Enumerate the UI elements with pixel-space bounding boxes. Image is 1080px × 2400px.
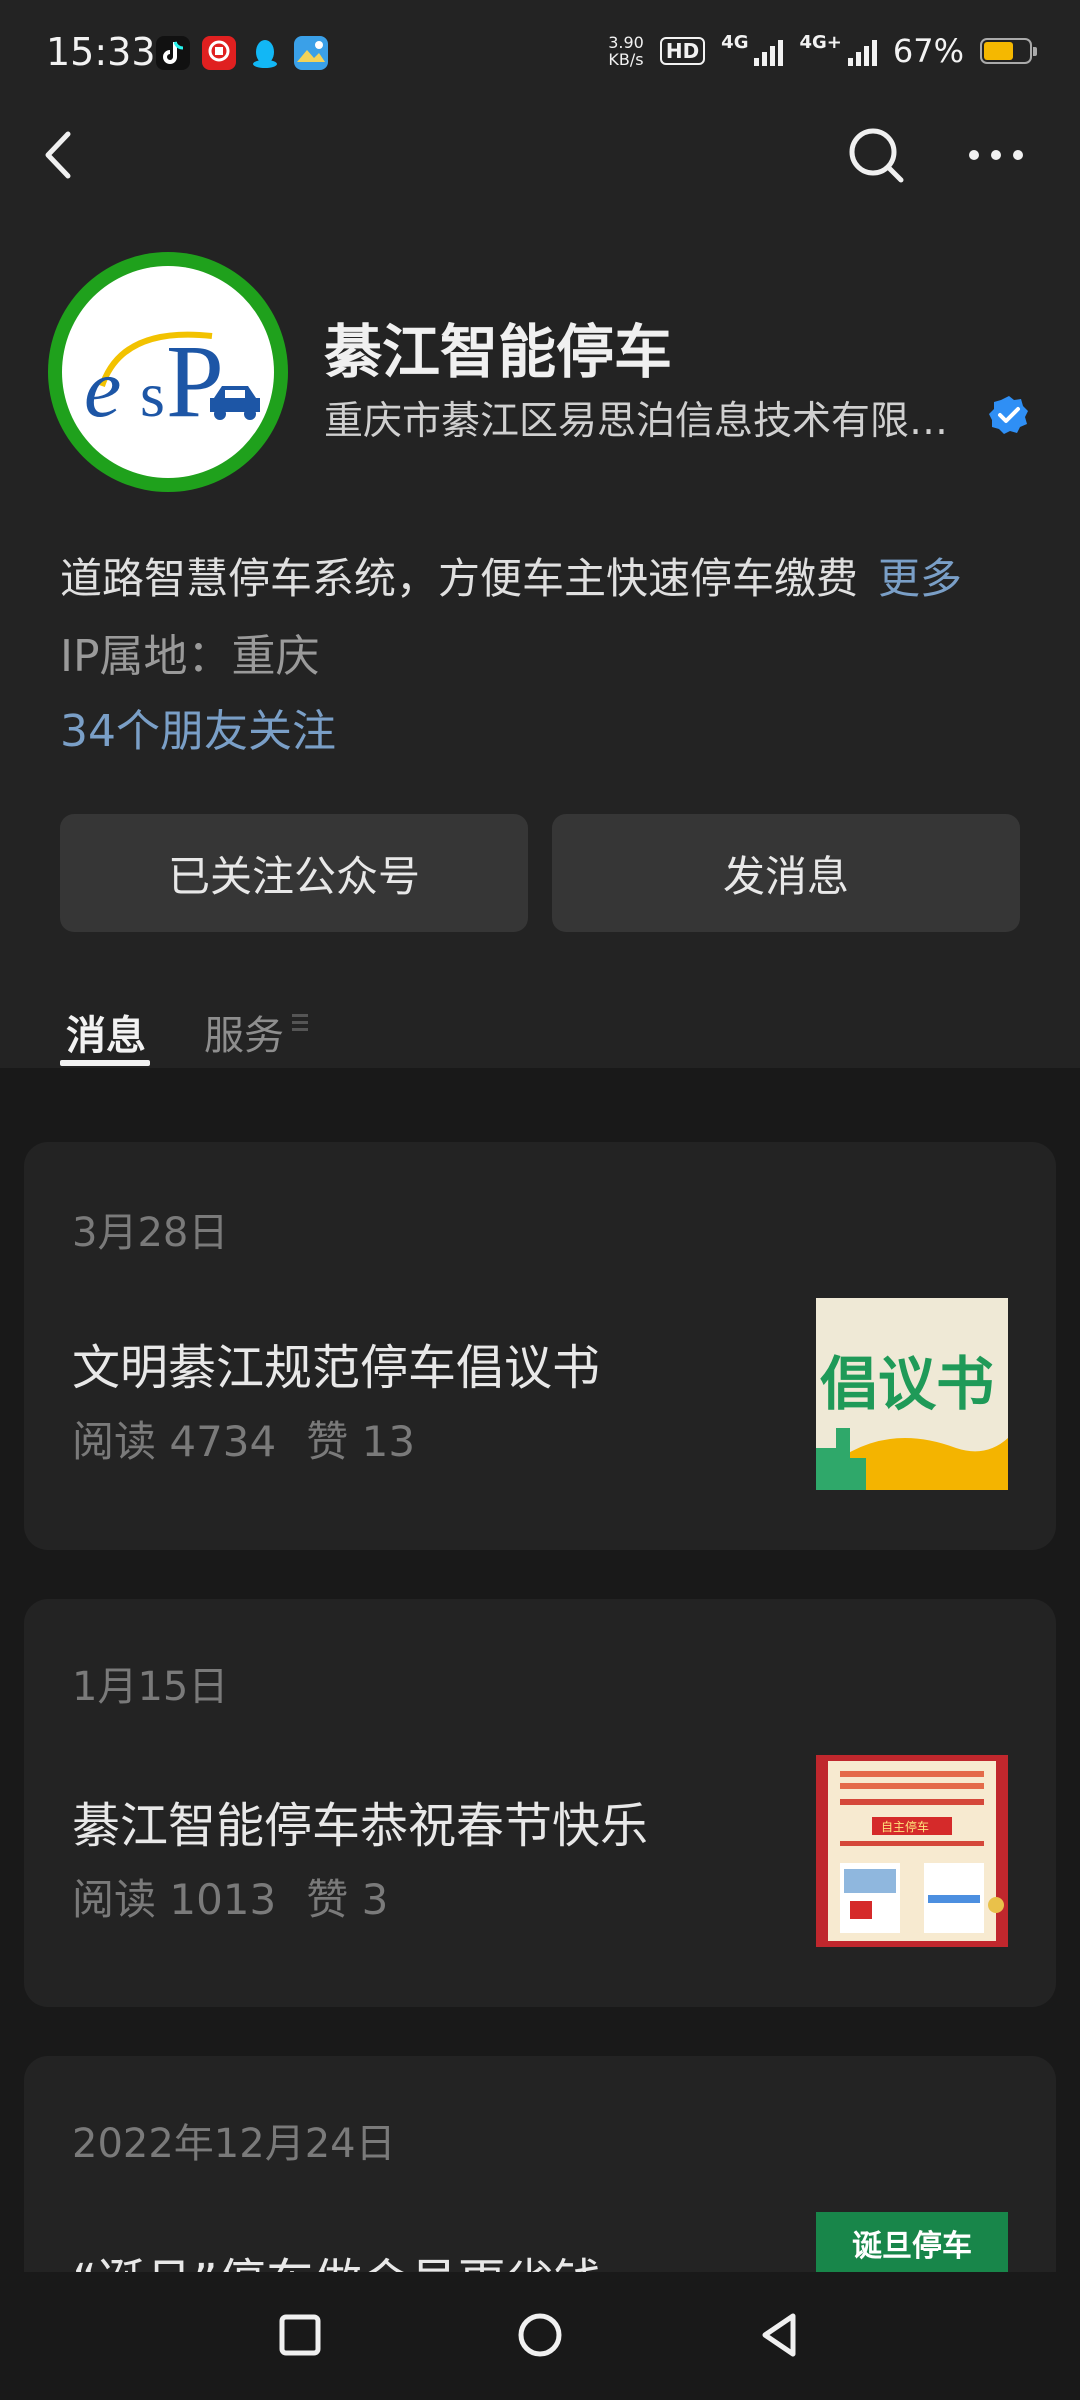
- bank-app-icon: [202, 36, 236, 70]
- network-speed: 3.90 KB/s: [608, 33, 644, 69]
- article-title[interactable]: 文明綦江规范停车倡议书: [72, 1328, 600, 1398]
- thumbnail-title: 诞旦停车: [852, 2229, 972, 2264]
- description-more-link[interactable]: 更多: [878, 554, 962, 603]
- battery-icon: [980, 38, 1037, 64]
- status-bar: 15:33 3.90 KB/s HD 4G 4G+ 67%: [0, 0, 1080, 110]
- back-button[interactable]: [38, 120, 78, 190]
- description-text: 道路智慧停车系统，方便车主快速停车缴费: [60, 554, 859, 603]
- thumbnail-title: 自主停车: [881, 1819, 929, 1834]
- square-icon[interactable]: [275, 2310, 325, 2360]
- battery-percent: 67%: [892, 32, 964, 70]
- triangle-back-icon[interactable]: [755, 2310, 805, 2360]
- article-thumbnail[interactable]: 倡议书: [816, 1298, 1008, 1490]
- friends-following-link[interactable]: 34个朋友关注: [60, 695, 336, 759]
- status-time: 15:33: [46, 30, 156, 74]
- ip-location: IP属地：重庆: [60, 631, 320, 682]
- active-tab-indicator: [60, 1060, 150, 1066]
- article-date: 2022年12月24日: [72, 2121, 396, 2167]
- network-type-2: 4G+: [799, 32, 842, 53]
- verified-badge[interactable]: [988, 394, 1030, 436]
- signal-icon: [754, 36, 784, 66]
- network-type-1: 4G: [721, 32, 749, 53]
- account-avatar[interactable]: e s P: [48, 252, 288, 492]
- article-reads: 阅读 4734: [72, 1417, 277, 1466]
- article-date: 1月15日: [72, 1664, 229, 1710]
- system-nav-bar: [0, 2272, 1080, 2400]
- circle-icon[interactable]: [515, 2310, 565, 2360]
- article-thumbnail[interactable]: 自主停车: [816, 1755, 1008, 1947]
- search-button[interactable]: [846, 125, 906, 185]
- article-likes: 赞 13: [306, 1417, 416, 1466]
- account-description: 道路智慧停车系统，方便车主快速停车缴费 更多: [60, 545, 962, 606]
- verified-check-icon: [989, 396, 1028, 434]
- battery-fill: [984, 42, 1013, 60]
- article-title[interactable]: 綦江智能停车恭祝春节快乐: [72, 1786, 648, 1856]
- following-button[interactable]: 已关注公众号: [60, 814, 528, 932]
- logo-letter-e: e: [84, 342, 121, 435]
- qq-app-icon: [248, 36, 282, 70]
- more-button[interactable]: [966, 140, 1026, 170]
- article-reads: 阅读 1013: [72, 1875, 277, 1924]
- logo-letter-p: P: [166, 324, 224, 439]
- more-dots-icon: [969, 150, 1023, 160]
- status-notification-icons: [156, 36, 328, 70]
- gallery-app-icon: [294, 36, 328, 70]
- tiktok-app-icon: [156, 36, 190, 70]
- send-message-button[interactable]: 发消息: [552, 814, 1020, 932]
- article-stats: 阅读 4734 赞 13: [72, 1408, 415, 1469]
- esp-logo: e s P: [62, 266, 274, 478]
- article-card[interactable]: 3月28日 文明綦江规范停车倡议书 阅读 4734 赞 13 倡议书: [24, 1142, 1056, 1550]
- tab-services[interactable]: 服务: [204, 1003, 284, 1061]
- thumbnail-title: 倡议书: [820, 1350, 994, 1418]
- chevron-left-icon: [45, 131, 71, 179]
- article-likes: 赞 3: [306, 1875, 389, 1924]
- signal-icon-2: [847, 36, 877, 66]
- article-card[interactable]: 1月15日 綦江智能停车恭祝春节快乐 阅读 1013 赞 3 自主停车: [24, 1599, 1056, 2007]
- account-company[interactable]: 重庆市綦江区易思泊信息技术有限公司: [324, 390, 960, 446]
- article-date: 3月28日: [72, 1210, 229, 1256]
- tab-messages[interactable]: 消息: [66, 1003, 146, 1061]
- hd-badge: HD: [659, 37, 706, 65]
- logo-letter-s: s: [140, 359, 165, 430]
- search-icon: [849, 128, 904, 183]
- menu-lines-icon: [292, 1014, 308, 1031]
- article-stats: 阅读 1013 赞 3: [72, 1866, 388, 1927]
- status-right: 3.90 KB/s HD 4G 4G+ 67%: [608, 32, 1037, 70]
- account-name: 綦江智能停车: [324, 318, 673, 386]
